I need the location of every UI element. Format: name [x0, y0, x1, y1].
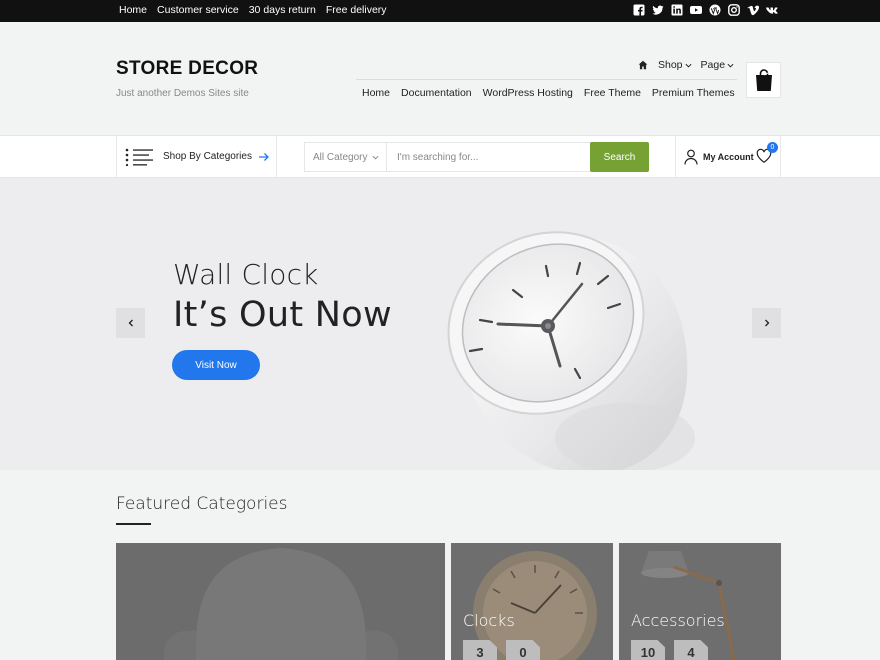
shop-by-categories[interactable]: Shop By Categories: [116, 136, 277, 177]
wordpress-icon[interactable]: [709, 4, 721, 16]
menu-premium-themes[interactable]: Premium Themes: [652, 87, 735, 99]
instagram-icon[interactable]: [728, 4, 740, 16]
hero-subtitle: Wall Clock: [173, 258, 319, 291]
menu-page-label: Page: [700, 59, 726, 71]
category-card-clocks[interactable]: Clocks 3 0: [451, 543, 613, 660]
social-links: [633, 4, 778, 16]
search-button[interactable]: Search: [590, 142, 649, 172]
chevron-down-icon: [373, 155, 379, 159]
youtube-icon[interactable]: [690, 4, 702, 16]
category-select[interactable]: All Category: [305, 143, 387, 171]
home-icon[interactable]: [638, 60, 648, 70]
search-input[interactable]: [389, 143, 589, 171]
arrow-right-icon: [258, 152, 269, 161]
hero-slider: Wall Clock It’s Out Now Visit Now: [0, 178, 880, 470]
slider-next-button[interactable]: [752, 308, 781, 338]
twitter-icon[interactable]: [652, 4, 664, 16]
top-link-free-delivery[interactable]: Free delivery: [326, 4, 387, 16]
menu-home[interactable]: Home: [362, 87, 390, 99]
top-menu: Shop Page: [638, 59, 743, 71]
facebook-icon[interactable]: [633, 4, 645, 16]
chevron-down-icon: [685, 63, 692, 68]
chair-image: [116, 543, 445, 660]
category-count-accessories-2: 4: [674, 640, 708, 660]
my-account-label: My Account: [703, 151, 754, 162]
wall-clock-image: [430, 218, 700, 470]
category-card-accessories[interactable]: Accessories 10 4: [619, 543, 781, 660]
menu-free-theme[interactable]: Free Theme: [584, 87, 641, 99]
category-name-accessories: Accessories: [631, 611, 725, 630]
menu-wordpress-hosting[interactable]: WordPress Hosting: [483, 87, 573, 99]
my-account[interactable]: My Account 0: [675, 136, 781, 177]
menu-divider: [356, 79, 737, 80]
featured-categories-title: Featured Categories: [116, 494, 288, 514]
shopping-bag-icon: [755, 69, 772, 91]
chevron-left-icon: [128, 319, 133, 327]
vimeo-icon[interactable]: [747, 4, 759, 16]
top-link-home[interactable]: Home: [119, 4, 147, 16]
site-tagline: Just another Demos Sites site: [116, 88, 249, 99]
site-header: STORE DECOR Just another Demos Sites sit…: [0, 22, 880, 135]
search-row: Shop By Categories All Category Search M…: [0, 135, 880, 178]
user-icon: [684, 149, 698, 165]
categories-label: Shop By Categories: [163, 151, 252, 162]
hero-title: It’s Out Now: [173, 295, 392, 335]
menu-shop[interactable]: Shop: [658, 59, 692, 71]
category-select-value: All Category: [313, 151, 368, 163]
visit-now-button[interactable]: Visit Now: [172, 350, 260, 380]
menu-icon: [125, 148, 153, 166]
category-count-clocks-1: 3: [463, 640, 497, 660]
top-link-returns[interactable]: 30 days return: [249, 4, 316, 16]
cart-button[interactable]: [746, 62, 781, 98]
chevron-right-icon: [764, 319, 769, 327]
wishlist-count-badge: 0: [767, 142, 778, 153]
title-underline: [116, 523, 151, 525]
linkedin-icon[interactable]: [671, 4, 683, 16]
top-bar: Home Customer service 30 days return Fre…: [0, 0, 880, 22]
category-count-clocks-2: 0: [506, 640, 540, 660]
category-name-clocks: Clocks: [463, 611, 515, 630]
menu-shop-label: Shop: [658, 59, 683, 71]
menu-documentation[interactable]: Documentation: [401, 87, 472, 99]
menu-page[interactable]: Page: [701, 59, 735, 71]
top-link-customer-service[interactable]: Customer service: [157, 4, 239, 16]
category-card-chairs[interactable]: [116, 543, 445, 660]
slider-prev-button[interactable]: [116, 308, 145, 338]
category-count-accessories-1: 10: [631, 640, 665, 660]
site-title[interactable]: STORE DECOR: [116, 58, 258, 80]
search-form: All Category Search: [304, 142, 649, 172]
chevron-down-icon: [727, 63, 734, 68]
main-menu: Home Documentation WordPress Hosting Fre…: [362, 87, 746, 99]
vk-icon[interactable]: [766, 4, 778, 16]
top-links: Home Customer service 30 days return Fre…: [119, 4, 397, 16]
